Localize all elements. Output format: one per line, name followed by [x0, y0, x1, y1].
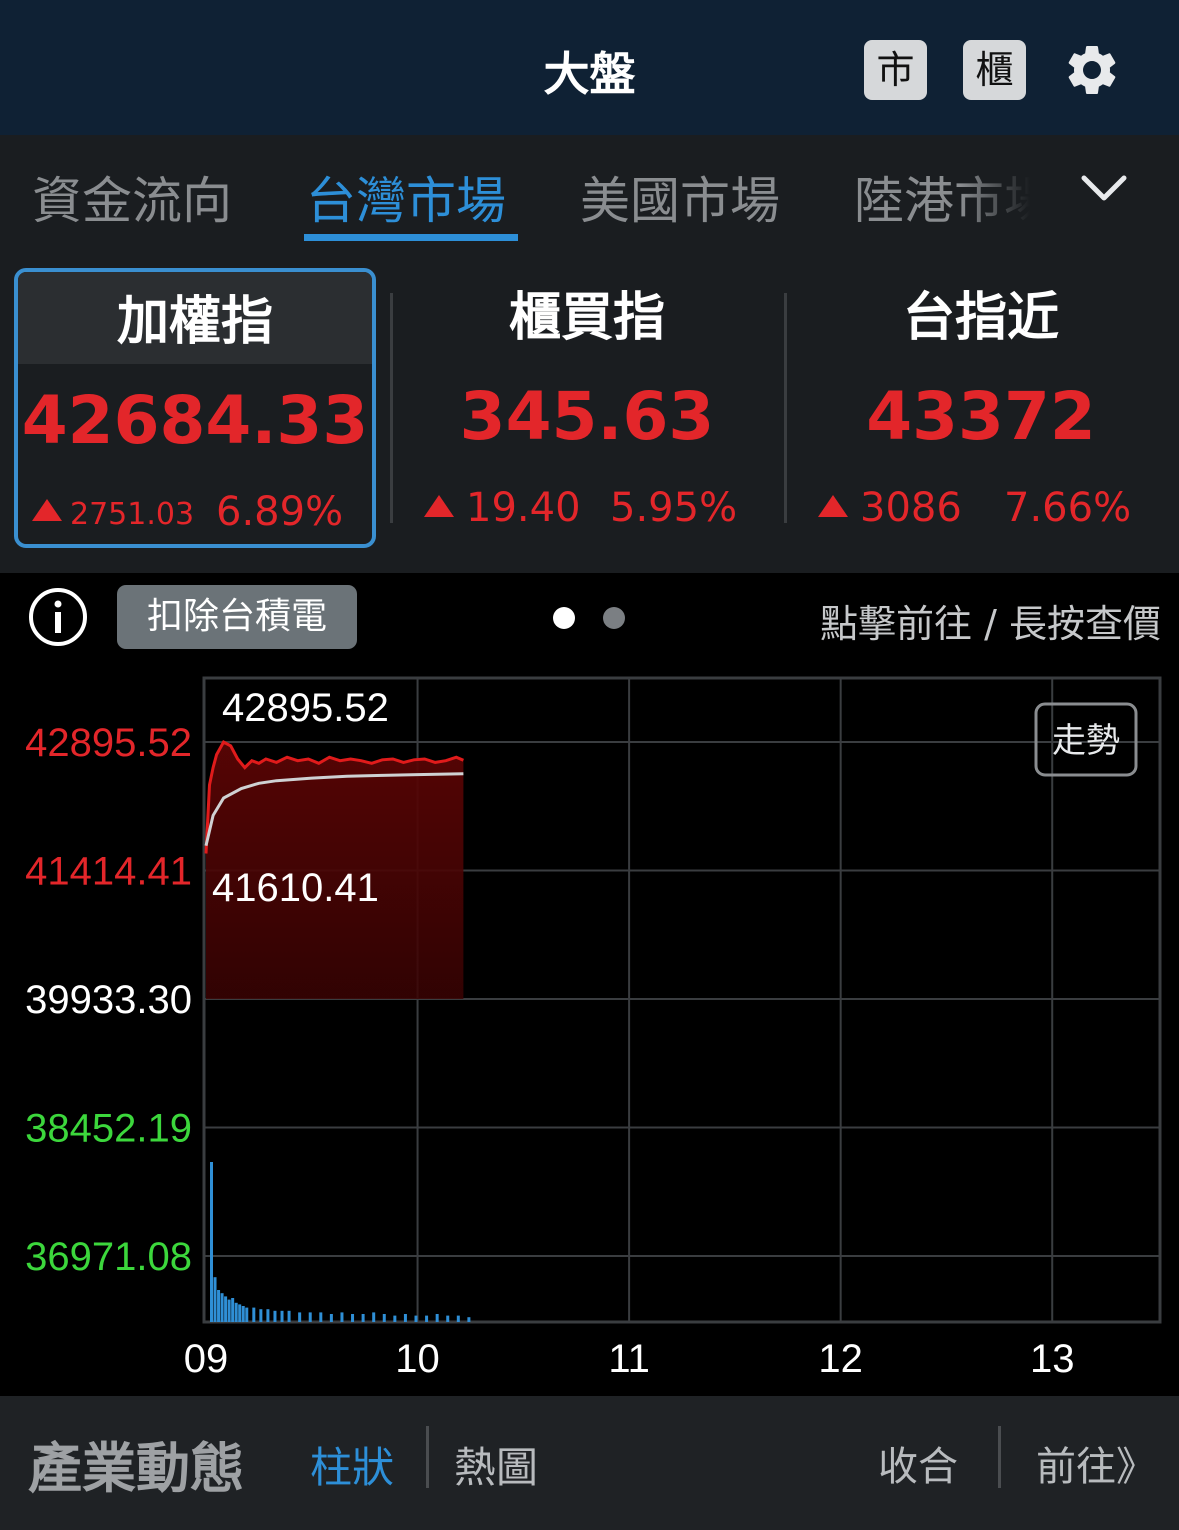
volume-bar	[425, 1315, 429, 1322]
tab-fund-flow[interactable]: 資金流向	[32, 161, 232, 233]
index-name: 台指近	[902, 288, 1059, 348]
index-card-taiex[interactable]: 加權指 42684.33 2751.03 6.89%	[14, 268, 376, 548]
index-percent: 5.95%	[610, 485, 738, 531]
divider	[998, 1426, 1001, 1488]
x-tick-label: 10	[395, 1337, 440, 1381]
volume-bar	[231, 1298, 235, 1322]
volume-bar	[210, 1162, 213, 1322]
volume-bar	[351, 1314, 355, 1322]
industry-dynamics-bar: 產業動態 柱狀 熱圖 收合 前往》	[0, 1396, 1179, 1530]
volume-bar	[238, 1304, 242, 1322]
index-card-otc[interactable]: 櫃買指 345.63 19.40 5.95%	[406, 268, 768, 548]
y-tick-label: 39933.30	[25, 978, 192, 1022]
volume-bar	[446, 1315, 450, 1322]
chart-toolbar: 扣除台積電 點擊前往 / 長按查價	[0, 573, 1179, 661]
y-tick-label: 38452.19	[25, 1107, 192, 1151]
chevron-down-icon[interactable]	[1078, 168, 1130, 208]
page-dot[interactable]	[603, 607, 625, 629]
tab-bar-view[interactable]: 柱狀	[310, 1434, 394, 1495]
x-tick-label: 13	[1030, 1337, 1075, 1381]
tabs-fade	[960, 135, 1060, 243]
volume-bar	[227, 1299, 231, 1322]
index-change: 19.40	[466, 485, 581, 531]
volume-bar	[414, 1315, 418, 1322]
y-tick-label: 36971.08	[25, 1235, 192, 1279]
index-value: 345.63	[459, 378, 715, 455]
index-percent: 6.89%	[216, 489, 344, 535]
up-triangle-icon	[818, 495, 848, 517]
x-tick-label: 11	[608, 1337, 650, 1381]
otc-toggle-button[interactable]: 櫃	[963, 40, 1026, 100]
volume-bar	[213, 1277, 217, 1322]
intraday-chart-svg: 42895.52 41414.41 39933.30 38452.19 36971.08…	[25, 676, 1162, 1381]
volume-bar	[403, 1314, 407, 1322]
high-value-label: 42895.52	[222, 686, 389, 730]
volume-bar	[298, 1312, 302, 1322]
volume-bar	[220, 1293, 224, 1322]
collapse-button[interactable]: 收合	[878, 1434, 958, 1492]
index-value: 42684.33	[21, 382, 369, 459]
index-value: 43372	[866, 378, 1096, 455]
section-title: 產業動態	[28, 1437, 244, 1500]
index-name: 加權指	[18, 272, 372, 364]
gear-icon[interactable]	[1062, 40, 1122, 100]
trend-toggle-label: 走勢	[1052, 721, 1120, 761]
volume-bar	[382, 1314, 386, 1322]
volume-bar	[245, 1307, 249, 1322]
market-toggle-button[interactable]: 市	[864, 40, 927, 100]
volume-bar	[435, 1314, 439, 1322]
y-tick-label: 42895.52	[25, 721, 192, 765]
volume-bar	[467, 1317, 471, 1322]
tab-heatmap-view[interactable]: 熱圖	[454, 1434, 538, 1495]
index-change-row: 3086 7.66%	[800, 483, 1162, 533]
x-tick-label: 12	[818, 1337, 863, 1381]
page-dot-active	[553, 607, 575, 629]
volume-bar	[329, 1314, 333, 1322]
volume-bar	[287, 1310, 291, 1322]
divider	[784, 293, 787, 523]
tap-hint: 點擊前往 / 長按查價	[820, 602, 1161, 646]
index-percent: 7.66%	[1004, 485, 1132, 531]
index-change: 3086	[860, 485, 962, 531]
goto-button[interactable]: 前往》	[1036, 1434, 1156, 1492]
x-tick-label: 09	[184, 1337, 229, 1381]
index-cards: 加權指 42684.33 2751.03 6.89% 櫃買指 345.63 19…	[0, 243, 1179, 573]
volume-bar	[266, 1309, 270, 1322]
active-tab-indicator	[304, 234, 518, 241]
volume-bar	[252, 1307, 256, 1322]
volume-bar	[340, 1312, 344, 1322]
volume-bar	[234, 1302, 238, 1322]
market-tabs: 資金流向 台灣市場 美國市場 陸港市場	[0, 135, 1179, 243]
volume-bar	[393, 1315, 397, 1322]
y-tick-label: 41414.41	[25, 850, 192, 894]
volume-bar	[372, 1312, 376, 1322]
volume-bar	[319, 1312, 323, 1322]
volume-bar	[273, 1310, 277, 1322]
volume-bar	[217, 1290, 221, 1322]
up-triangle-icon	[32, 499, 62, 521]
tab-us-market[interactable]: 美國市場	[580, 161, 780, 233]
index-change-row: 19.40 5.95%	[406, 483, 768, 533]
exclude-tsmc-button[interactable]: 扣除台積電	[117, 585, 357, 649]
volume-bar	[280, 1310, 284, 1322]
volume-bar	[241, 1306, 245, 1322]
divider	[390, 293, 393, 523]
top-header: 大盤 市 櫃	[0, 0, 1179, 135]
index-card-tx-near[interactable]: 台指近 43372 3086 7.66%	[800, 268, 1162, 548]
volume-bar	[259, 1309, 263, 1322]
volume-bar	[456, 1315, 460, 1322]
index-change-row: 2751.03 6.89%	[18, 487, 372, 537]
volume-bar	[224, 1296, 228, 1322]
index-change: 2751.03	[70, 497, 195, 532]
info-icon[interactable]	[28, 587, 88, 647]
volume-bar	[308, 1312, 312, 1322]
volume-bar	[361, 1314, 365, 1322]
index-name: 櫃買指	[508, 288, 665, 348]
up-triangle-icon	[424, 495, 454, 517]
divider	[426, 1426, 429, 1488]
intraday-chart[interactable]: 42895.52 41414.41 39933.30 38452.19 36971.08…	[0, 661, 1179, 1396]
low-value-label: 41610.41	[212, 866, 379, 910]
tab-taiwan-market[interactable]: 台灣市場	[306, 161, 506, 233]
